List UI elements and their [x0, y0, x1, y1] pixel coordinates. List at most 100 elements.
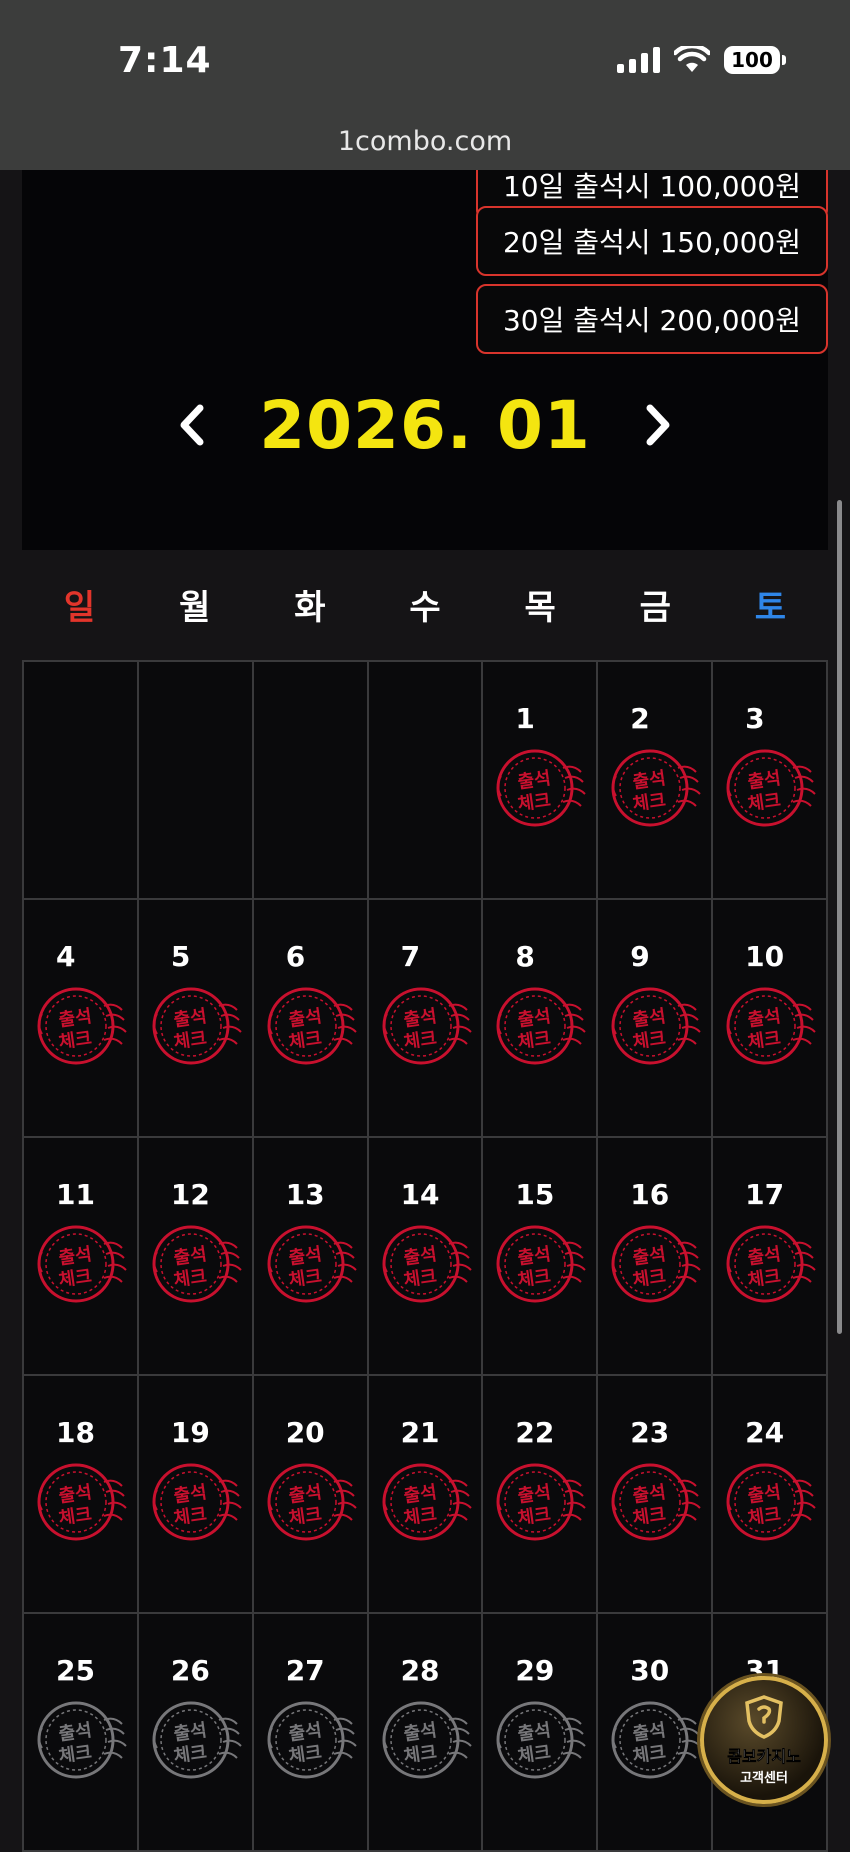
calendar-day-cell[interactable]: 28 출석 체크 [368, 1614, 484, 1852]
stamp-text-line2: 체크 [517, 790, 553, 815]
calendar-day-cell[interactable]: 8 출석 체크 [483, 900, 599, 1138]
calendar-day-cell[interactable]: 13 출석 체크 [253, 1138, 369, 1376]
calendar-day-cell[interactable]: 2 출석 체크 [598, 662, 714, 900]
attendance-banner: 10일 출석시 100,000원 20일 출석시 150,000원 30일 출석… [22, 170, 828, 550]
calendar-day-cell[interactable]: 7 출석 체크 [368, 900, 484, 1138]
attendance-stamp-checked-icon: 출석체크 [152, 987, 242, 1065]
stamp-text-line2: 체크 [747, 1504, 783, 1529]
attendance-stamp-checked-icon: 출석체크 [382, 1225, 472, 1303]
weekday-tue: 화 [294, 588, 326, 628]
calendar-grid: 1 출석 체크 2 출석 체크 3 출석 체크 4 출석 체크 5 출석 체크 6 출석 체크 7 출석 체크 8 출석 체크… [22, 660, 828, 1852]
calendar-day-cell[interactable]: 22 출석 체크 [483, 1376, 599, 1614]
day-number: 26 [170, 1654, 210, 1687]
calendar-day-cell[interactable]: 16 출석 체크 [598, 1138, 714, 1376]
attendance-stamp-checked-icon: 출석체크 [611, 749, 701, 827]
status-icons: 100 [617, 46, 786, 74]
stamp-text-line2: 체크 [172, 1266, 208, 1291]
calendar-day-cell[interactable]: 17 출석 체크 [713, 1138, 828, 1376]
calendar-day-cell[interactable]: 27 출석 체크 [253, 1614, 369, 1852]
stamp-text-line2: 체크 [402, 1266, 438, 1291]
calendar-day-cell[interactable]: 6 출석 체크 [253, 900, 369, 1138]
calendar-empty-cell [138, 662, 254, 900]
calendar-day-cell[interactable]: 26 출석 체크 [138, 1614, 254, 1852]
day-number: 1 [515, 702, 535, 735]
calendar-day-cell[interactable]: 11 출석 체크 [24, 1138, 139, 1376]
chevron-right-icon [646, 404, 670, 446]
stamp-text-line2: 체크 [632, 1504, 668, 1529]
day-number: 29 [515, 1654, 555, 1687]
calendar-day-cell[interactable]: 18 출석 체크 [24, 1376, 139, 1614]
calendar-day-cell[interactable]: 19 출석 체크 [138, 1376, 254, 1614]
day-number: 10 [745, 940, 785, 973]
stamp-text-line2: 체크 [172, 1742, 208, 1767]
address-bar-url[interactable]: 1combo.com [0, 126, 850, 157]
day-number: 18 [56, 1416, 95, 1449]
calendar-day-cell[interactable]: 14 출석 체크 [368, 1138, 484, 1376]
day-number: 2 [630, 702, 650, 735]
scrollbar[interactable] [837, 500, 842, 1334]
stamp-text-line2: 체크 [632, 1028, 668, 1053]
shield-icon [745, 1694, 783, 1739]
calendar-day-cell[interactable]: 12 출석 체크 [138, 1138, 254, 1376]
attendance-stamp-checked-icon: 출석체크 [37, 1225, 127, 1303]
calendar-day-cell[interactable]: 10 출석 체크 [713, 900, 828, 1138]
day-number: 11 [56, 1178, 95, 1211]
calendar-day-cell[interactable]: 9 출석 체크 [598, 900, 714, 1138]
calendar-empty-cell [368, 662, 484, 900]
day-number: 22 [515, 1416, 555, 1449]
attendance-stamp-checked-icon: 출석체크 [37, 987, 127, 1065]
calendar-day-cell[interactable]: 15 출석 체크 [483, 1138, 599, 1376]
attendance-stamp-unchecked-icon: 출석체크 [496, 1701, 587, 1779]
calendar-day-cell[interactable]: 5 출석 체크 [138, 900, 254, 1138]
attendance-stamp-unchecked-icon: 출석체크 [611, 1701, 701, 1779]
day-number: 28 [400, 1654, 440, 1687]
stamp-text-line2: 체크 [57, 1742, 93, 1767]
day-number: 20 [285, 1416, 325, 1449]
calendar-day-cell[interactable]: 23 출석 체크 [598, 1376, 714, 1614]
stamp-text-line2: 체크 [402, 1504, 438, 1529]
stamp-text-line2: 체크 [747, 1028, 783, 1053]
month-title: 2026. 01 [259, 386, 591, 464]
attendance-stamp-checked-icon: 출석체크 [152, 1225, 242, 1303]
attendance-stamp-checked-icon: 출석체크 [726, 1225, 816, 1303]
calendar-day-cell[interactable]: 20 출석 체크 [253, 1376, 369, 1614]
day-number: 13 [285, 1178, 325, 1211]
calendar-day-cell[interactable]: 21 출석 체크 [368, 1376, 484, 1614]
stamp-text-line2: 체크 [632, 1742, 668, 1767]
attendance-stamp-checked-icon: 출석체크 [726, 1463, 816, 1541]
weekday-thu: 목 [524, 588, 556, 628]
attendance-stamp-checked-icon: 출석체크 [496, 1463, 587, 1541]
stamp-text-line2: 체크 [517, 1028, 553, 1053]
calendar-day-cell[interactable]: 1 출석 체크 [483, 662, 599, 900]
customer-center-title: 콤보카지노 [727, 1746, 801, 1766]
attendance-stamp-unchecked-icon: 출석체크 [37, 1701, 127, 1779]
weekday-mon: 월 [179, 588, 211, 628]
weekday-fri: 금 [639, 588, 671, 628]
stamp-text-line2: 체크 [57, 1266, 93, 1291]
calendar-day-cell[interactable]: 24 출석 체크 [713, 1376, 828, 1614]
attendance-stamp-checked-icon: 출석체크 [37, 1463, 127, 1541]
attendance-stamp-checked-icon: 출석체크 [496, 749, 587, 827]
prev-month-button[interactable] [171, 400, 211, 450]
month-navigation: 2026. 01 [22, 380, 828, 470]
calendar-day-cell[interactable]: 29 출석 체크 [483, 1614, 599, 1852]
stamp-text-line2: 체크 [632, 790, 668, 815]
weekday-sat: 토 [754, 588, 787, 628]
calendar-day-cell[interactable]: 25 출석 체크 [24, 1614, 139, 1852]
attendance-stamp-checked-icon: 출석체크 [152, 1463, 242, 1541]
status-time: 7:14 [118, 40, 212, 81]
weekday-header: 일 월 화 수 목 금 토 [22, 570, 828, 660]
day-number: 27 [285, 1654, 325, 1687]
calendar-day-cell[interactable]: 3 출석 체크 [713, 662, 828, 900]
next-month-button[interactable] [639, 400, 679, 450]
calendar-day-cell[interactable]: 4 출석 체크 [24, 900, 139, 1138]
calendar-day-cell[interactable]: 30 출석 체크 [598, 1614, 714, 1852]
attendance-stamp-unchecked-icon: 출석체크 [267, 1701, 357, 1779]
customer-center-button[interactable]: 콤보카지노 고객센터 [700, 1676, 828, 1804]
day-number: 4 [56, 940, 76, 973]
attendance-stamp-unchecked-icon: 출석체크 [382, 1701, 472, 1779]
reward-20-days: 20일 출석시 150,000원 [476, 206, 828, 276]
attendance-stamp-checked-icon: 출석체크 [611, 1463, 701, 1541]
stamp-text-line2: 체크 [287, 1504, 323, 1529]
stamp-text-line2: 체크 [517, 1504, 553, 1529]
